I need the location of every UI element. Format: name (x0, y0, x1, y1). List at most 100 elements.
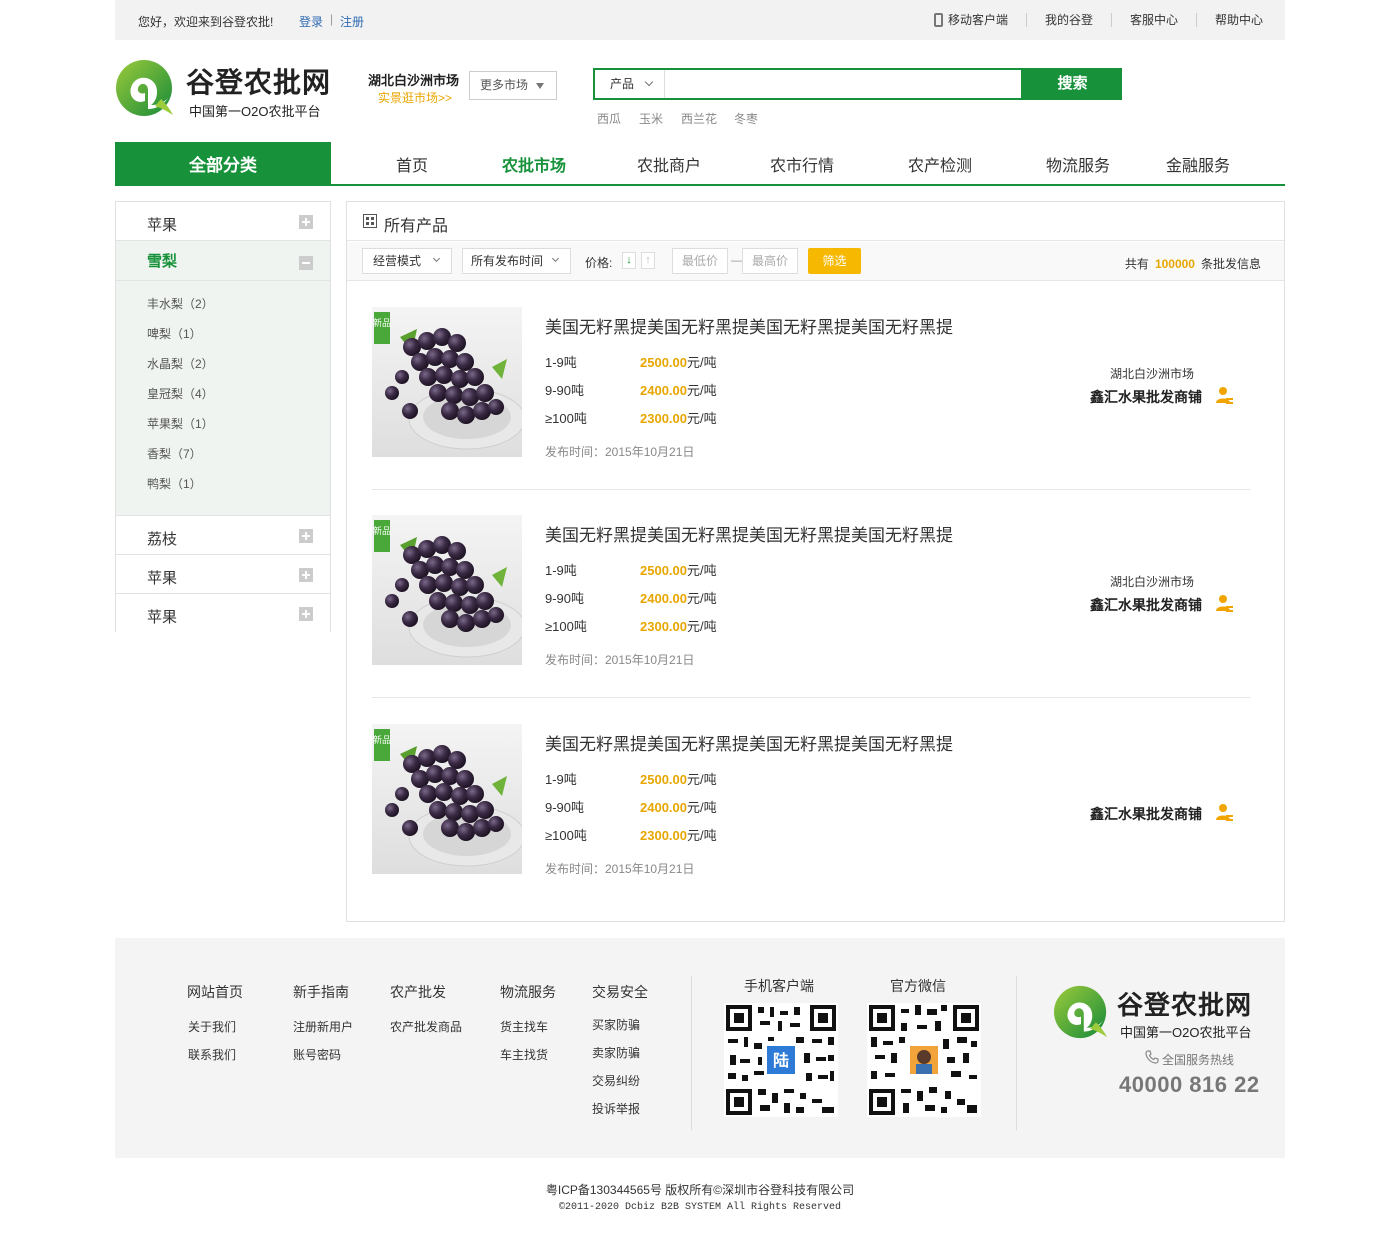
category-label: 苹果 (147, 217, 178, 234)
footer-link[interactable]: 关于我们 (188, 1018, 236, 1035)
expand-icon[interactable] (299, 529, 313, 543)
hotline-number: 40000 816 22 (1119, 1072, 1260, 1097)
subcategory-item[interactable]: 丰水梨（2） (147, 295, 214, 312)
subcategory-item[interactable]: 水晶梨（2） (147, 355, 214, 372)
product-title[interactable]: 美国无籽黑提美国无籽黑提美国无籽黑提美国无籽黑提 (545, 730, 953, 755)
price-value: 2400.00 (640, 591, 687, 606)
category-row[interactable]: 苹果 (116, 555, 330, 594)
min-price-input[interactable]: 最低价 (672, 248, 728, 274)
top-bar: 您好，欢迎来到谷登农批! 登录 | 注册 移动客户端 我的谷登 客服中心 帮助中… (115, 0, 1285, 40)
subcategory-item[interactable]: 皇冠梨（4） (147, 385, 214, 402)
current-market: 湖北白沙洲市场 (368, 73, 460, 88)
panel-title: 所有产品 (384, 218, 449, 235)
product-card[interactable]: 新品 美国无籽黑提美国无籽黑提美国无籽黑提美国无籽黑提 1-9吨 2500.00元/… (372, 489, 1250, 698)
price-tier-price: 2500.00元/吨 (640, 352, 717, 371)
expand-icon[interactable] (299, 568, 313, 582)
expand-icon[interactable] (299, 215, 313, 229)
new-badge: 新品 (373, 317, 391, 329)
help-center-link[interactable]: 帮助中心 (1197, 13, 1263, 27)
subcategory-item[interactable]: 苹果梨（1） (147, 415, 214, 432)
hot-keyword[interactable]: 西兰花 (681, 110, 717, 127)
product-card[interactable]: 新品 美国无籽黑提美国无籽黑提美国无籽黑提美国无籽黑提 1-9吨 2500.00元/… (372, 281, 1250, 490)
search-input[interactable] (667, 72, 1007, 96)
nav-item-market[interactable]: 农批市场 (502, 152, 566, 176)
max-price-input[interactable]: 最高价 (742, 248, 798, 274)
price-unit: 元/吨 (687, 828, 717, 843)
business-mode-dropdown[interactable]: 经营模式 (362, 248, 452, 274)
hot-keyword[interactable]: 西瓜 (597, 110, 621, 127)
nav-item-quotes[interactable]: 农市行情 (770, 152, 834, 176)
sort-desc-icon[interactable]: ↓ (622, 252, 636, 269)
price-label: 价格: (585, 256, 613, 270)
nav-underline (115, 184, 1285, 186)
nav-item-inspection[interactable]: 农产检测 (908, 152, 972, 176)
price-tier-range: 9-90吨 (545, 591, 585, 606)
search-category-select[interactable]: 产品 (595, 70, 665, 98)
seller-market: 湖北白沙洲市场 (1110, 575, 1195, 589)
nav-item-merchants[interactable]: 农批商户 (637, 152, 701, 176)
footer-link[interactable]: 账号密码 (293, 1046, 341, 1063)
footer-divider (691, 976, 692, 1130)
category-sidebar: 苹果 雪梨 丰水梨（2） 啤梨（1） 水晶梨（2） 皇冠梨（4） 苹果梨（1） … (115, 201, 331, 633)
hotline-label: 全国服务热线 (1162, 1053, 1235, 1067)
search-button[interactable]: 搜索 (1023, 68, 1122, 100)
price-value: 2500.00 (640, 563, 687, 578)
subcategory-item[interactable]: 啤梨（1） (147, 325, 202, 342)
hot-keyword[interactable]: 冬枣 (734, 110, 758, 127)
category-row[interactable]: 苹果 (116, 594, 330, 633)
customer-service-link[interactable]: 客服中心 (1112, 13, 1197, 27)
category-row[interactable]: 荔枝 (116, 516, 330, 555)
subcategory-item[interactable]: 香梨（7） (147, 445, 202, 462)
category-row-expanded[interactable]: 雪梨 (116, 241, 330, 281)
category-label: 苹果 (147, 609, 178, 626)
more-market-dropdown[interactable]: 更多市场 (469, 71, 557, 100)
footer-link[interactable]: 注册新用户 (293, 1018, 353, 1035)
market-tour-link[interactable]: 实景逛市场>> (378, 89, 452, 106)
caret-down-icon (536, 83, 544, 89)
footer-link[interactable]: 车主找货 (500, 1046, 548, 1063)
product-image[interactable]: 新品 (372, 307, 522, 457)
seller-shop-link[interactable]: 鑫汇水果批发商铺 (1090, 387, 1202, 407)
footer-link[interactable]: 交易纠纷 (592, 1072, 640, 1089)
footer-divider (1016, 976, 1017, 1130)
chevron-down-icon (644, 77, 654, 87)
expand-icon[interactable] (299, 607, 313, 621)
logo-title[interactable]: 谷登农批网 (186, 61, 331, 101)
my-account-link[interactable]: 我的谷登 (1027, 13, 1112, 27)
logo-icon[interactable] (115, 59, 175, 117)
login-link[interactable]: 登录 (299, 13, 323, 30)
price-unit: 元/吨 (687, 591, 717, 606)
nav-item-logistics[interactable]: 物流服务 (1046, 152, 1110, 176)
all-categories-button[interactable]: 全部分类 (115, 142, 331, 186)
nav-item-home[interactable]: 首页 (396, 152, 428, 176)
product-title[interactable]: 美国无籽黑提美国无籽黑提美国无籽黑提美国无籽黑提 (545, 521, 953, 546)
footer-col-title: 网站首页 (187, 984, 243, 1000)
product-image[interactable]: 新品 (372, 515, 522, 665)
footer-link[interactable]: 联系我们 (188, 1046, 236, 1063)
register-link[interactable]: 注册 (340, 13, 364, 30)
hot-keyword[interactable]: 玉米 (639, 110, 663, 127)
footer-link[interactable]: 卖家防骗 (592, 1044, 640, 1061)
sort-asc-icon[interactable]: ↑ (641, 252, 655, 269)
footer-link[interactable]: 买家防骗 (592, 1016, 640, 1033)
subcategory-item[interactable]: 鸭梨（1） (147, 475, 202, 492)
price-value: 2300.00 (640, 619, 687, 634)
filter-button[interactable]: 筛选 (808, 248, 861, 274)
collapse-icon[interactable] (299, 256, 313, 270)
qr-app-label: 手机客户端 (744, 978, 814, 994)
seller-shop-link[interactable]: 鑫汇水果批发商铺 (1090, 804, 1202, 824)
product-title[interactable]: 美国无籽黑提美国无籽黑提美国无籽黑提美国无籽黑提 (545, 313, 953, 338)
logo-subtitle: 中国第一O2O农批平台 (189, 104, 321, 119)
category-row[interactable]: 苹果 (116, 202, 330, 241)
publish-time-dropdown[interactable]: 所有发布时间 (462, 248, 571, 274)
footer-link[interactable]: 投诉举报 (592, 1100, 640, 1117)
price-value: 2400.00 (640, 800, 687, 815)
product-image[interactable]: 新品 (372, 724, 522, 874)
footer-link[interactable]: 货主找车 (500, 1018, 548, 1035)
seller-shop-link[interactable]: 鑫汇水果批发商铺 (1090, 595, 1202, 615)
mobile-client-link[interactable]: 移动客户端 (916, 13, 1027, 27)
total-count: 共有 100000 条批发信息 (1125, 255, 1261, 272)
nav-item-finance[interactable]: 金融服务 (1166, 152, 1230, 176)
footer-link[interactable]: 农产批发商品 (390, 1018, 462, 1035)
product-card[interactable]: 新品 美国无籽黑提美国无籽黑提美国无籽黑提美国无籽黑提 1-9吨 2500.00元/… (372, 698, 1250, 907)
